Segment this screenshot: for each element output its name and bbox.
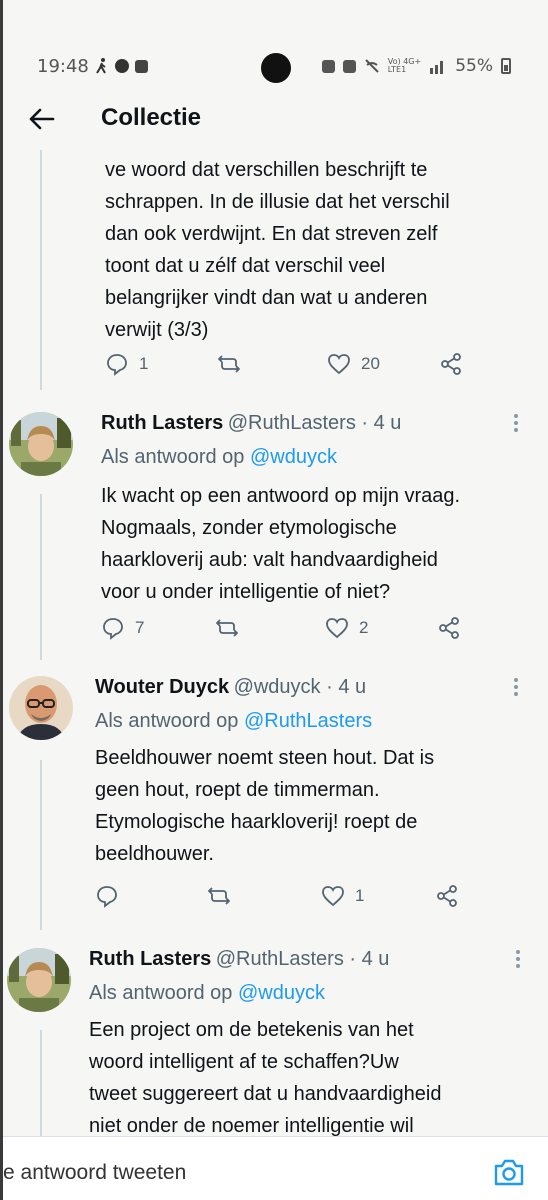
status-bar: 19:48 Vo) 4G+ LTE1 55% [3,52,548,86]
thread-line [40,1030,42,1140]
share-button[interactable] [437,616,461,640]
author-name[interactable]: Ruth Lasters [101,412,223,434]
tweet-actions: 1 20 [105,352,485,382]
avatar[interactable] [9,676,73,740]
more-options-button[interactable] [513,414,519,436]
share-icon [437,885,457,907]
reply-input[interactable]: e antwoord tweeten [3,1161,186,1185]
like-icon [326,618,348,639]
avatar-image [9,412,73,476]
avatar-image [9,676,73,740]
avatar-image [7,948,71,1012]
like-button[interactable]: 2 [325,616,368,640]
more-options-button[interactable] [513,678,519,700]
reply-icon [97,886,117,908]
tweet-header: Ruth Lasters @RuthLasters · 4 u [89,948,389,971]
signal-icon [430,61,444,74]
status-time: 19:48 [37,56,89,77]
reply-context: Als antwoord op @RuthLasters [95,710,373,732]
reply-button[interactable] [95,884,129,908]
retweet-button[interactable] [207,884,231,908]
camera-button[interactable] [493,1157,525,1187]
front-camera [261,53,291,83]
author-handle: @RuthLasters · 4 u [215,948,390,970]
camera-icon [494,1159,524,1186]
like-count: 2 [359,618,369,637]
tweet-text: ve woord dat verschillen beschrijft te s… [105,159,450,341]
notification-square-icon [135,59,148,73]
battery-percent: 55% [455,56,493,76]
tweet-header: Wouter Duyck @wduyck · 4 u [95,676,366,699]
retweet-icon [218,355,240,373]
mute-icon [342,59,356,73]
thread-line [40,150,42,390]
thread-line [40,494,42,660]
avatar[interactable] [9,412,73,476]
retweet-icon [216,619,238,637]
walking-icon [96,58,106,74]
more-options-button[interactable] [515,950,521,972]
share-icon [439,617,459,639]
wifi-off-icon [365,59,379,73]
reply-context: Als antwoord op @wduyck [89,982,325,1004]
page-title: Collectie [101,104,202,131]
like-button[interactable]: 20 [327,352,380,376]
tweet-actions: 1 [95,884,475,914]
mention-link[interactable]: @wduyck [250,446,337,468]
retweet-icon [208,887,230,905]
more-icon [516,950,520,954]
share-button[interactable] [435,884,459,908]
mention-link[interactable]: @wduyck [238,982,325,1004]
retweet-button[interactable] [215,616,239,640]
reply-context: Als antwoord op @wduyck [101,446,337,468]
author-name[interactable]: Ruth Lasters [89,948,211,970]
author-handle: @RuthLasters · 4 u [227,412,402,434]
reply-button[interactable]: 7 [101,616,144,640]
tweet-text: Ik wacht op een antwoord op mijn vraag. … [101,485,461,603]
status-left-icons [95,58,148,74]
back-button[interactable] [27,104,57,134]
retweet-button[interactable] [217,352,241,376]
alarm-icon [321,59,335,73]
share-button[interactable] [439,352,463,376]
network-type: Vo) 4G+ LTE1 [387,57,422,74]
reply-icon [107,354,127,376]
reply-count: 7 [135,618,145,637]
app-header: Collectie [3,96,548,146]
like-count: 1 [355,886,365,905]
tweet-actions: 7 2 [101,616,481,646]
like-icon [328,354,350,375]
thread-line [40,760,42,930]
share-icon [441,353,461,375]
phone-screen: 19:48 Vo) 4G+LTE1 55% Collectie ve woor [0,0,548,1200]
more-icon [514,414,518,418]
author-handle: @wduyck · 4 u [233,676,367,698]
more-icon [514,678,518,682]
reply-composer[interactable]: e antwoord tweeten [3,1136,548,1200]
tweet-text: Beeldhouwer noemt steen hout. Dat is gee… [95,747,435,865]
reply-count: 1 [139,354,149,373]
reply-icon [103,618,123,640]
like-button[interactable]: 1 [321,884,364,908]
avatar[interactable] [7,948,71,1012]
reply-button[interactable]: 1 [105,352,148,376]
like-count: 20 [361,354,380,373]
mention-link[interactable]: @RuthLasters [244,710,372,732]
tweet-header: Ruth Lasters @RuthLasters · 4 u [101,412,401,435]
battery-icon [501,58,511,74]
author-name[interactable]: Wouter Duyck [95,676,229,698]
like-icon [322,886,344,907]
tweet-text: Een project om de betekenis van het woor… [89,1019,442,1137]
notification-dot-icon [115,59,129,73]
status-right-icons: Vo) 4G+ LTE1 55% [321,56,511,76]
back-arrow-icon [29,108,55,130]
